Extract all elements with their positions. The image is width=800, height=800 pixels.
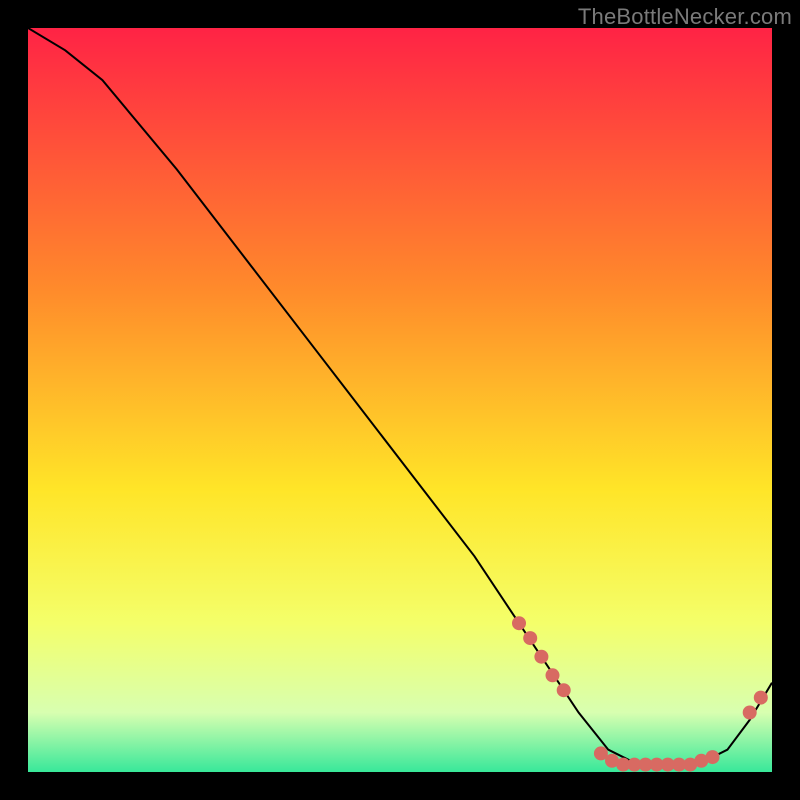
data-marker	[523, 631, 537, 645]
data-marker	[754, 691, 768, 705]
data-marker	[512, 616, 526, 630]
data-marker	[706, 750, 720, 764]
chart-svg	[28, 28, 772, 772]
data-marker	[557, 683, 571, 697]
chart-frame: TheBottleNecker.com	[0, 0, 800, 800]
gradient-background	[28, 28, 772, 772]
data-marker	[546, 668, 560, 682]
data-marker	[743, 706, 757, 720]
data-marker	[534, 650, 548, 664]
plot-area	[28, 28, 772, 772]
watermark-text: TheBottleNecker.com	[578, 4, 792, 30]
